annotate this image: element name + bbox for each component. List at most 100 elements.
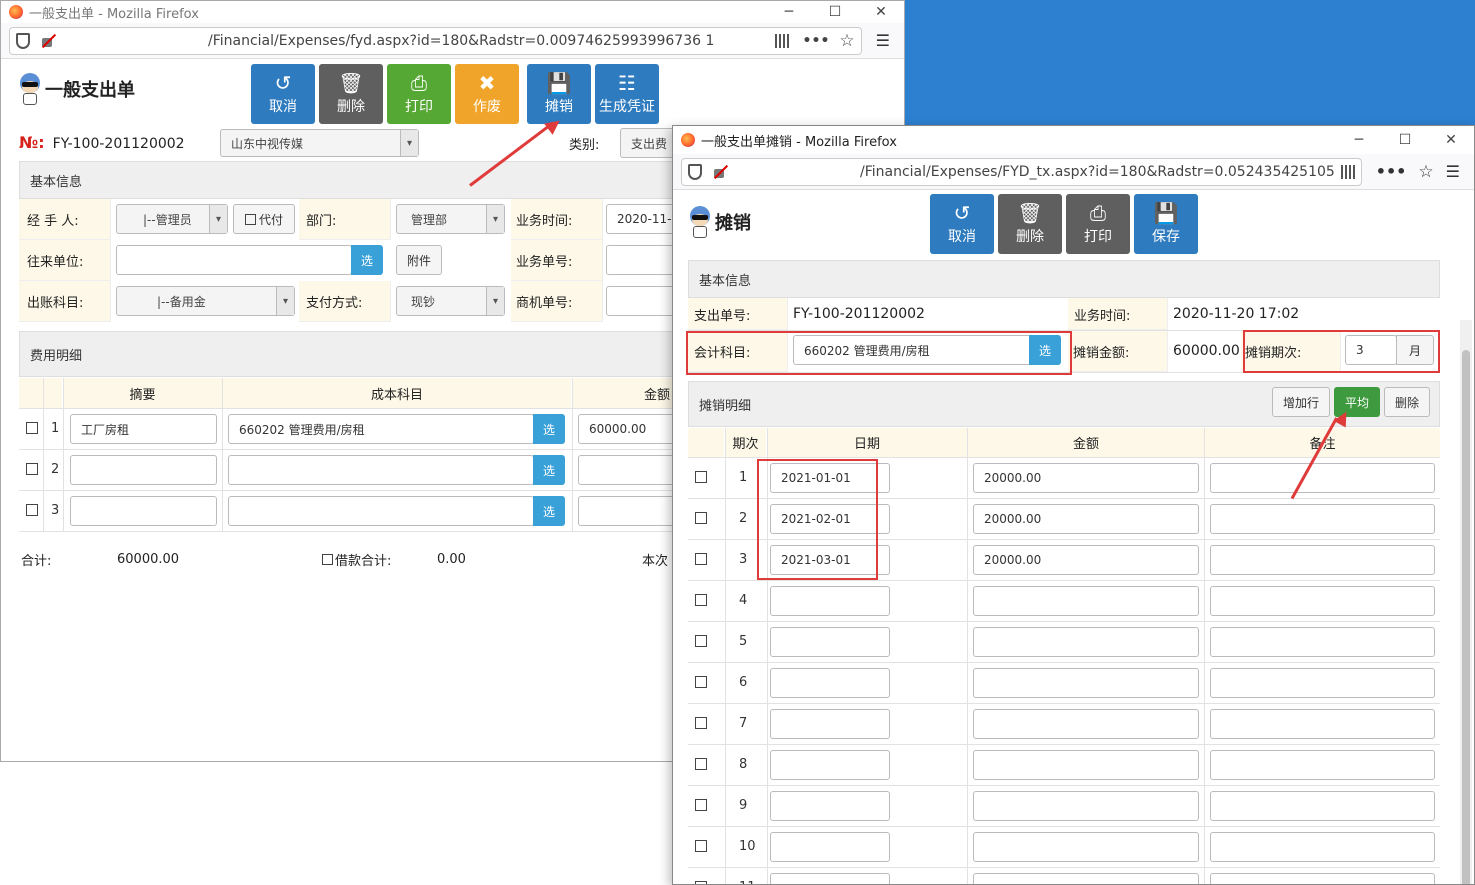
insecure-lock-icon[interactable]: [712, 165, 728, 179]
popup-delete-button[interactable]: 🗑 删除: [998, 194, 1062, 254]
counterparty-pick-button[interactable]: 选: [351, 245, 383, 275]
cost-pick-button[interactable]: 选: [533, 414, 565, 444]
date-input[interactable]: [770, 586, 890, 616]
counterparty-input[interactable]: [116, 245, 352, 275]
amount-input[interactable]: 20000.00: [973, 504, 1199, 534]
amount-input[interactable]: [973, 668, 1199, 698]
qr-code-icon[interactable]: [774, 33, 789, 48]
row-checkbox[interactable]: [695, 471, 707, 483]
popup-cancel-button[interactable]: ↺ 取消: [930, 194, 994, 254]
popup-address-bar[interactable]: /Financial/Expenses/FYD_tx.aspx?id=180&R…: [681, 157, 1362, 186]
close-icon[interactable]: ✕: [858, 1, 904, 23]
qr-code-icon[interactable]: [1340, 164, 1355, 179]
minimize-icon[interactable]: ─: [1336, 126, 1382, 154]
scrollbar-thumb[interactable]: [1462, 350, 1470, 884]
shield-icon[interactable]: [688, 163, 702, 180]
maximize-icon[interactable]: ☐: [1382, 126, 1428, 154]
insecure-lock-icon[interactable]: [40, 34, 56, 48]
note-input[interactable]: [1210, 832, 1435, 862]
popup-scrollbar[interactable]: [1460, 320, 1472, 884]
shield-icon[interactable]: [16, 32, 30, 49]
row-checkbox[interactable]: [695, 512, 707, 524]
summary-input[interactable]: [70, 455, 217, 485]
amount-input[interactable]: 20000.00: [973, 463, 1199, 493]
popup-print-button[interactable]: ⎙ 打印: [1066, 194, 1130, 254]
account-select[interactable]: |--备用金 ▾: [116, 286, 295, 316]
row-checkbox[interactable]: [26, 463, 38, 475]
note-input[interactable]: [1210, 709, 1435, 739]
row-checkbox[interactable]: [695, 676, 707, 688]
cost-pick-button[interactable]: 选: [533, 496, 565, 526]
amount-input[interactable]: [973, 832, 1199, 862]
maximize-icon[interactable]: ☐: [812, 1, 858, 23]
menu-icon[interactable]: ☰: [876, 31, 890, 50]
delete-row-button[interactable]: 删除: [1384, 387, 1430, 417]
date-input[interactable]: [770, 873, 890, 884]
amount-input[interactable]: [973, 750, 1199, 780]
cancel-button[interactable]: ↺ 取消: [251, 64, 315, 124]
amount-input[interactable]: [973, 791, 1199, 821]
add-row-button[interactable]: 增加行: [1272, 387, 1330, 417]
amount-input[interactable]: [973, 873, 1199, 884]
date-input[interactable]: [770, 750, 890, 780]
row-checkbox[interactable]: [695, 758, 707, 770]
note-input[interactable]: [1210, 586, 1435, 616]
more-icon[interactable]: •••: [803, 33, 830, 49]
handler-select[interactable]: |--管理员 ▾: [116, 204, 228, 234]
amortize-button[interactable]: 💾 摊销: [527, 64, 591, 124]
cost-pick-button[interactable]: 选: [533, 455, 565, 485]
date-input[interactable]: [770, 832, 890, 862]
date-input[interactable]: [770, 709, 890, 739]
main-url-text[interactable]: /Financial/Expenses/fyd.aspx?id=180&Rads…: [68, 33, 769, 49]
voucher-button[interactable]: ☷ 生成凭证: [595, 64, 659, 124]
row-checkbox[interactable]: [26, 422, 38, 434]
note-input[interactable]: [1210, 504, 1435, 534]
summary-input[interactable]: [70, 496, 217, 526]
menu-icon[interactable]: ☰: [1446, 162, 1460, 181]
loan-total-checkbox[interactable]: 借款合计:: [322, 549, 391, 569]
row-checkbox[interactable]: [695, 635, 707, 647]
star-icon[interactable]: ☆: [1418, 162, 1433, 182]
cost-input[interactable]: 660202 管理费用/房租: [228, 414, 534, 444]
date-input[interactable]: [770, 627, 890, 657]
popup-save-button[interactable]: 💾 保存: [1134, 194, 1198, 254]
date-input[interactable]: [770, 791, 890, 821]
amount-input[interactable]: [973, 627, 1199, 657]
row-checkbox[interactable]: [695, 717, 707, 729]
attachment-button[interactable]: 附件: [396, 245, 442, 275]
row-checkbox[interactable]: [695, 799, 707, 811]
dept-select[interactable]: 管理部 ▾: [396, 204, 505, 234]
note-input[interactable]: [1210, 873, 1435, 884]
row-checkbox[interactable]: [26, 504, 38, 516]
more-icon[interactable]: •••: [1376, 162, 1407, 181]
row-checkbox[interactable]: [695, 553, 707, 565]
note-input[interactable]: [1210, 627, 1435, 657]
print-button[interactable]: ⎙ 打印: [387, 64, 451, 124]
cost-input[interactable]: [228, 496, 534, 526]
star-icon[interactable]: ☆: [839, 31, 854, 51]
company-select[interactable]: 山东中视传媒 ▾: [220, 129, 419, 157]
note-input[interactable]: [1210, 463, 1435, 493]
note-input[interactable]: [1210, 668, 1435, 698]
note-input[interactable]: [1210, 545, 1435, 575]
note-input[interactable]: [1210, 750, 1435, 780]
popup-url-text[interactable]: /Financial/Expenses/FYD_tx.aspx?id=180&R…: [740, 164, 1335, 180]
close-icon[interactable]: ✕: [1428, 126, 1474, 154]
row-checkbox[interactable]: [695, 840, 707, 852]
main-page-title: 一般支出单: [45, 80, 135, 101]
amount-input[interactable]: [973, 586, 1199, 616]
void-button[interactable]: ✖ 作废: [455, 64, 519, 124]
amount-input[interactable]: 20000.00: [973, 545, 1199, 575]
row-checkbox[interactable]: [695, 881, 707, 884]
date-input[interactable]: [770, 668, 890, 698]
summary-input[interactable]: 工厂房租: [70, 414, 217, 444]
cost-input[interactable]: [228, 455, 534, 485]
main-address-bar[interactable]: /Financial/Expenses/fyd.aspx?id=180&Rads…: [9, 26, 862, 55]
amount-input[interactable]: [973, 709, 1199, 739]
minimize-icon[interactable]: ─: [766, 1, 812, 23]
pay-method-select[interactable]: 现钞 ▾: [396, 286, 505, 316]
note-input[interactable]: [1210, 791, 1435, 821]
row-checkbox[interactable]: [695, 594, 707, 606]
on-behalf-checkbox[interactable]: 代付: [233, 204, 295, 234]
delete-button[interactable]: 🗑 删除: [319, 64, 383, 124]
